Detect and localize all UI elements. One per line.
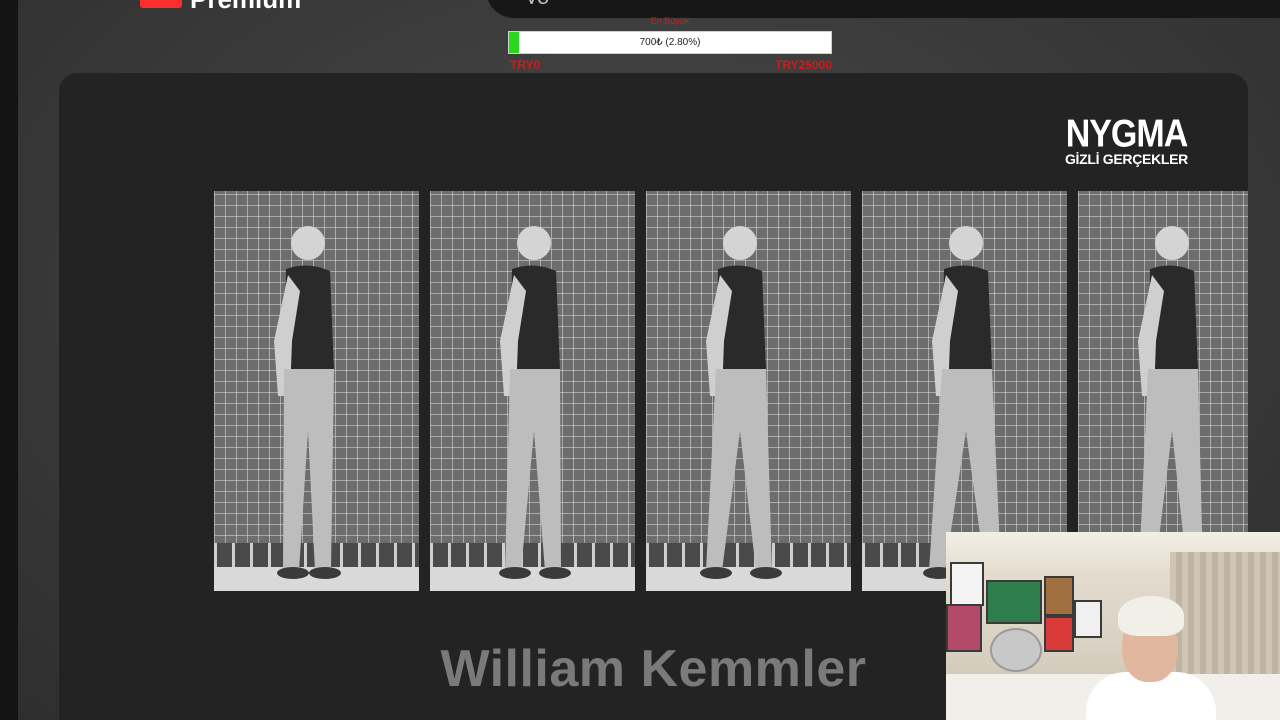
app-logo[interactable]: Premium bbox=[140, 0, 301, 12]
wall-poster bbox=[1044, 616, 1074, 652]
app-logo-text: Premium bbox=[190, 0, 301, 12]
play-logo-icon bbox=[140, 0, 182, 8]
walking-frame-4 bbox=[862, 191, 1067, 591]
wall-mirror bbox=[990, 628, 1042, 672]
walking-frame-2 bbox=[430, 191, 635, 591]
streamer-hair bbox=[1118, 596, 1184, 636]
donation-goal-max: TRY25000 bbox=[775, 58, 832, 72]
walking-frame-3 bbox=[646, 191, 851, 591]
donation-goal-title: En Büyük bbox=[650, 16, 690, 26]
walking-frame-5 bbox=[1078, 191, 1248, 591]
stream-screen: Premium yo En Büyük 700₺ (2.80%) TRY0 TR… bbox=[0, 0, 1280, 720]
search-bar-text: yo bbox=[526, 0, 549, 4]
walking-man-figure bbox=[499, 226, 571, 579]
webcam-overlay bbox=[946, 532, 1280, 720]
donation-goal-min: TRY0 bbox=[510, 58, 541, 72]
walking-man-figure bbox=[923, 226, 1011, 579]
donation-progress-text: 700₺ (2.80%) bbox=[639, 37, 701, 48]
left-edge-strip bbox=[0, 0, 18, 720]
wall-poster bbox=[950, 562, 984, 606]
watermark-title: NYGMA bbox=[1065, 112, 1189, 156]
donation-goal-widget: En Büyük 700₺ (2.80%) TRY0 TRY25000 bbox=[508, 16, 832, 76]
donation-progress-bar: 700₺ (2.80%) bbox=[508, 31, 832, 54]
walking-man-figure bbox=[274, 226, 341, 579]
walking-man-figure bbox=[1133, 226, 1213, 579]
walking-frame-1 bbox=[214, 191, 419, 591]
channel-watermark: NYGMA GİZLİ GERÇEKLER bbox=[1065, 112, 1189, 167]
wall-poster bbox=[946, 604, 982, 652]
walking-man-figure bbox=[700, 226, 782, 579]
wall-poster bbox=[1044, 576, 1074, 616]
wall-poster bbox=[986, 580, 1042, 624]
wall-poster bbox=[1074, 600, 1102, 638]
